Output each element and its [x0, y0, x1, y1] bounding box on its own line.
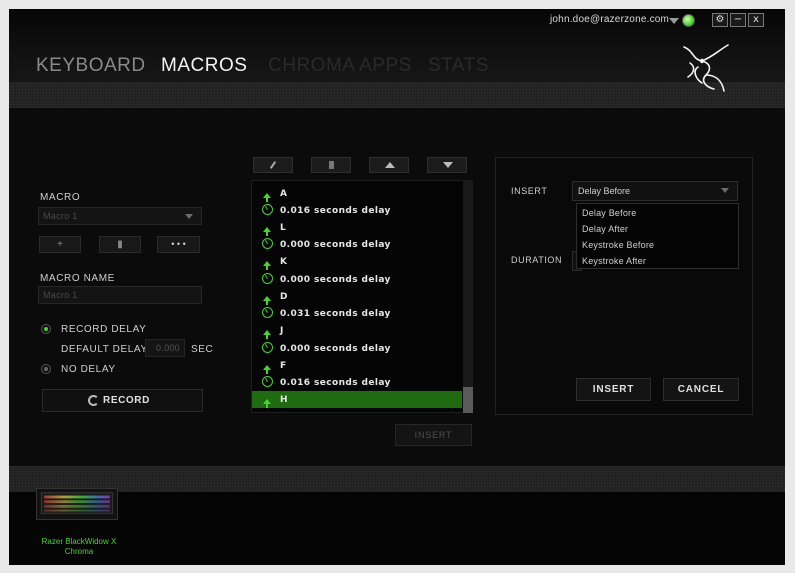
edit-button[interactable] — [253, 157, 293, 173]
default-delay-label: DEFAULT DELAY — [61, 344, 148, 355]
tab-chroma-apps: CHROMA APPS — [268, 55, 412, 76]
key-up-icon — [263, 192, 271, 202]
user-menu-chevron-icon[interactable] — [669, 18, 679, 24]
no-delay-label: NO DELAY — [61, 364, 116, 375]
delete-macro-button[interactable]: ▮ — [99, 236, 141, 253]
list-item[interactable]: A — [252, 185, 462, 202]
online-status-icon — [682, 14, 695, 27]
clock-icon — [261, 203, 273, 215]
duration-label: DURATION — [511, 255, 563, 265]
list-item[interactable]: 0.016 seconds delay — [252, 374, 462, 391]
macro-name-label: MACRO NAME — [40, 273, 115, 284]
key-up-icon — [263, 329, 271, 339]
no-delay-radio[interactable] — [41, 364, 51, 374]
keyboard-device-icon[interactable] — [36, 488, 118, 520]
add-macro-button[interactable]: + — [39, 236, 81, 253]
dropdown-option[interactable]: Keystroke Before — [582, 240, 654, 250]
device-name-line1: Razer BlackWidow X — [41, 537, 117, 546]
move-up-button[interactable] — [369, 157, 409, 173]
list-item[interactable]: D — [252, 288, 462, 305]
key-up-icon — [263, 295, 271, 305]
user-email[interactable]: john.doe@razerzone.com — [550, 14, 669, 25]
clock-icon — [261, 341, 273, 353]
dropdown-option[interactable]: Delay Before — [582, 208, 636, 218]
key-up-icon — [263, 364, 271, 374]
more-options-button[interactable]: • • • — [157, 236, 200, 253]
key-up-icon — [263, 226, 271, 236]
triangle-up-icon — [385, 162, 395, 168]
delete-step-button[interactable] — [311, 157, 351, 173]
chevron-down-icon — [185, 214, 193, 219]
chevron-down-icon[interactable] — [721, 188, 729, 193]
list-item[interactable]: L — [252, 219, 462, 236]
record-delay-radio[interactable] — [41, 324, 51, 334]
list-item-selected[interactable]: H — [252, 391, 462, 408]
dropdown-option[interactable]: Delay After — [582, 224, 628, 234]
key-up-icon — [263, 260, 271, 270]
macro-steps-list[interactable]: A 0.016 seconds delay L 0.000 seconds de… — [251, 180, 473, 413]
sec-label: SEC — [191, 344, 214, 355]
insert-label: INSERT — [511, 186, 548, 196]
device-name-line2: Chroma — [64, 547, 94, 556]
list-item[interactable]: 0.000 seconds delay — [252, 271, 462, 288]
insert-type-dropdown[interactable]: Delay Before Delay After Keystroke Befor… — [576, 203, 739, 269]
list-item[interactable]: 0.016 seconds delay — [252, 202, 462, 219]
clock-icon — [261, 306, 273, 318]
macro-name-input[interactable]: Macro 1 — [38, 286, 202, 304]
pencil-icon — [269, 161, 277, 169]
list-item[interactable]: K — [252, 253, 462, 270]
macro-select-value: Macro 1 — [43, 211, 78, 221]
tab-keyboard[interactable]: KEYBOARD — [36, 55, 146, 77]
tab-macros[interactable]: MACROS — [161, 55, 247, 77]
header: john.doe@razerzone.com ⚙ − x KEYBOARD MA… — [9, 9, 785, 82]
macro-label: MACRO — [40, 192, 81, 203]
razer-synapse-window: john.doe@razerzone.com ⚙ − x KEYBOARD MA… — [9, 9, 785, 565]
clock-icon — [261, 237, 273, 249]
list-item[interactable]: F — [252, 357, 462, 374]
close-button[interactable]: x — [748, 13, 764, 27]
list-item[interactable]: J — [252, 322, 462, 339]
record-delay-label: RECORD DELAY — [61, 324, 147, 335]
scrollbar-track[interactable] — [463, 180, 473, 413]
clock-icon — [261, 375, 273, 387]
list-item[interactable]: 0.000 seconds delay — [252, 236, 462, 253]
scrollbar-thumb[interactable] — [463, 387, 473, 413]
triangle-down-icon — [443, 162, 453, 168]
insert-type-select[interactable]: Delay Before — [572, 181, 738, 201]
record-button[interactable]: RECORD — [42, 389, 203, 412]
dropdown-option[interactable]: Keystroke After — [582, 256, 646, 266]
razer-logo-icon — [683, 44, 729, 92]
minimize-button[interactable]: − — [730, 13, 746, 27]
macro-name-value: Macro 1 — [43, 290, 78, 300]
default-delay-input[interactable]: 0.000 — [145, 339, 185, 357]
move-down-button[interactable] — [427, 157, 467, 173]
insert-confirm-button[interactable]: INSERT — [576, 378, 651, 401]
key-up-icon — [263, 398, 271, 408]
texture-band — [9, 82, 785, 108]
cancel-button[interactable]: CANCEL — [663, 378, 739, 401]
settings-button[interactable]: ⚙ — [712, 13, 728, 27]
insert-step-button[interactable]: INSERT — [395, 424, 472, 446]
record-button-label: RECORD — [103, 395, 150, 406]
list-item[interactable]: 0.031 seconds delay — [252, 305, 462, 322]
record-icon — [88, 395, 99, 406]
trash-icon — [329, 161, 334, 169]
device-name: Razer BlackWidow X Chroma — [29, 537, 129, 557]
texture-band-footer — [9, 466, 785, 492]
list-item[interactable]: 0.000 seconds delay — [252, 340, 462, 357]
macro-select[interactable]: Macro 1 — [38, 207, 202, 225]
clock-icon — [261, 272, 273, 284]
insert-type-value: Delay Before — [578, 186, 631, 196]
tab-stats: STATS — [428, 55, 489, 76]
